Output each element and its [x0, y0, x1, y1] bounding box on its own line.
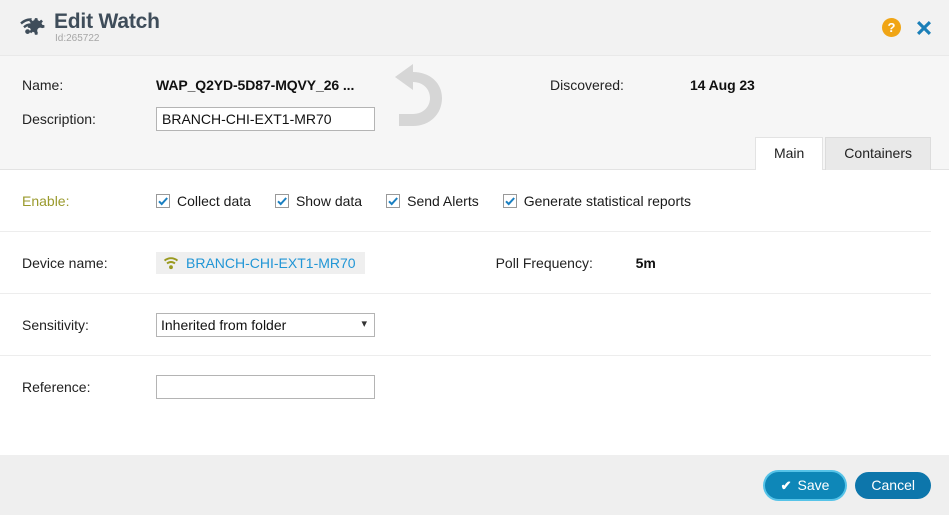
- close-icon[interactable]: [913, 17, 935, 39]
- sensitivity-label: Sensitivity:: [22, 317, 156, 333]
- description-row: Description:: [0, 102, 949, 136]
- title-block: Edit Watch Id:265722: [54, 11, 160, 44]
- enable-label: Enable:: [22, 193, 156, 209]
- page-title: Edit Watch: [54, 11, 160, 32]
- reference-row: Reference:: [0, 356, 931, 418]
- reference-label: Reference:: [22, 379, 156, 395]
- dialog-titlebar: Edit Watch Id:265722 ?: [0, 0, 949, 56]
- checkbox-label: Send Alerts: [407, 193, 479, 209]
- checkbox-generate-statistical-reports[interactable]: Generate statistical reports: [503, 193, 691, 209]
- discovered-label: Discovered:: [550, 77, 690, 93]
- checkbox-box[interactable]: [386, 194, 400, 208]
- checkbox-box[interactable]: [156, 194, 170, 208]
- wifi-icon: [163, 256, 179, 270]
- checkbox-box[interactable]: [503, 194, 517, 208]
- wifi-gear-icon: [18, 15, 48, 41]
- help-icon[interactable]: ?: [882, 18, 901, 37]
- poll-frequency-field: Poll Frequency: 5m: [496, 255, 656, 271]
- watch-id-label: Id:265722: [55, 34, 160, 44]
- description-label: Description:: [22, 111, 156, 127]
- checkbox-send-alerts[interactable]: Send Alerts: [386, 193, 479, 209]
- checkbox-show-data[interactable]: Show data: [275, 193, 362, 209]
- header-meta: Name: WAP_Q2YD-5D87-MQVY_26 ... Discover…: [0, 56, 949, 136]
- edit-watch-dialog: Edit Watch Id:265722 ? Name: WAP_Q2YD-5D…: [0, 0, 949, 515]
- checkbox-label: Show data: [296, 193, 362, 209]
- cancel-button-label: Cancel: [871, 478, 915, 492]
- check-icon: [386, 194, 400, 208]
- check-icon: [156, 194, 170, 208]
- discovered-field: Discovered: 14 Aug 23: [550, 77, 755, 93]
- device-name-label: Device name:: [22, 255, 156, 271]
- device-name-row: Device name: BRANCH-CHI-EXT1-MR70 Poll F…: [0, 232, 931, 294]
- save-button[interactable]: ✔ Save: [765, 472, 846, 499]
- check-icon: [503, 194, 517, 208]
- description-input[interactable]: [156, 107, 375, 131]
- check-icon: [275, 194, 289, 208]
- checkbox-collect-data[interactable]: Collect data: [156, 193, 251, 209]
- check-icon: ✔: [781, 479, 792, 492]
- name-label: Name:: [22, 77, 156, 93]
- poll-frequency-value: 5m: [636, 255, 656, 271]
- save-button-label: Save: [797, 478, 829, 492]
- checkbox-label: Collect data: [177, 193, 251, 209]
- dialog-body: Enable: Collect data Show data: [0, 170, 949, 455]
- checkbox-label: Generate statistical reports: [524, 193, 691, 209]
- sensitivity-selected-value: Inherited from folder: [161, 317, 286, 333]
- name-row: Name: WAP_Q2YD-5D87-MQVY_26 ... Discover…: [0, 68, 949, 102]
- name-value: WAP_Q2YD-5D87-MQVY_26 ...: [156, 77, 354, 93]
- sensitivity-select[interactable]: Inherited from folder ▾: [156, 313, 375, 337]
- tab-containers[interactable]: Containers: [825, 137, 931, 170]
- sensitivity-row: Sensitivity: Inherited from folder ▾: [0, 294, 931, 356]
- device-name-chip[interactable]: BRANCH-CHI-EXT1-MR70: [156, 252, 365, 274]
- description-field: Description:: [22, 107, 550, 131]
- discovered-value: 14 Aug 23: [690, 77, 755, 93]
- name-field: Name: WAP_Q2YD-5D87-MQVY_26 ...: [22, 77, 550, 93]
- chevron-down-icon: ▾: [361, 319, 370, 330]
- titlebar-actions: ?: [882, 17, 935, 39]
- reference-input[interactable]: [156, 375, 375, 399]
- dialog-footer: ✔ Save Cancel: [0, 455, 949, 515]
- enable-checkbox-group: Collect data Show data Send Alerts: [156, 193, 715, 209]
- dialog-header: Edit Watch Id:265722 ? Name: WAP_Q2YD-5D…: [0, 0, 949, 170]
- poll-frequency-label: Poll Frequency:: [496, 255, 636, 271]
- device-name-link[interactable]: BRANCH-CHI-EXT1-MR70: [186, 255, 356, 271]
- tab-main[interactable]: Main: [755, 137, 823, 170]
- cancel-button[interactable]: Cancel: [855, 472, 931, 499]
- tab-bar: Main Containers: [755, 137, 931, 170]
- enable-row: Enable: Collect data Show data: [0, 170, 931, 232]
- checkbox-box[interactable]: [275, 194, 289, 208]
